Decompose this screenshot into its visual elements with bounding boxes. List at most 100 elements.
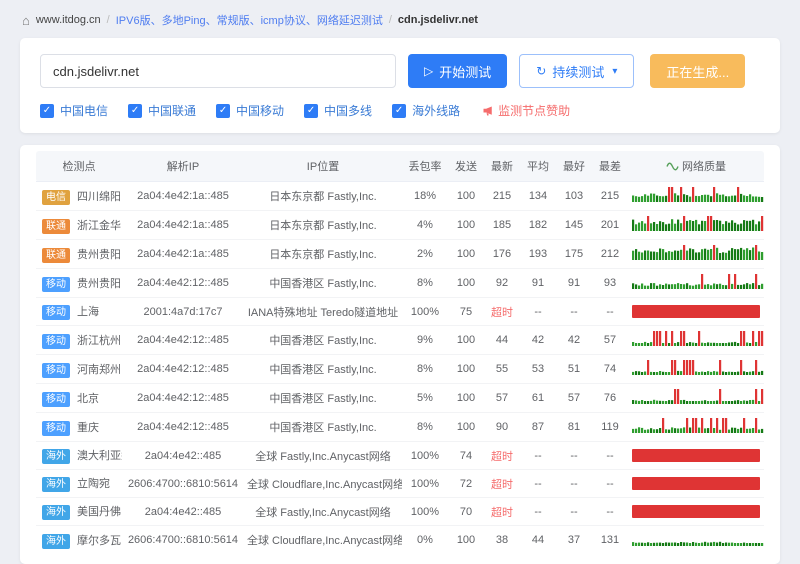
cell-latest: 176 [484, 240, 520, 269]
target-input[interactable] [40, 54, 396, 88]
start-test-label: 开始测试 [439, 62, 491, 81]
node-name: 河南郑州 [77, 364, 121, 376]
cell-worst: 119 [592, 413, 628, 442]
page: ⌂ www.itdog.cn / IPV6版、多地Ping、常规版、icmp协议… [0, 0, 800, 564]
cell-avg: 61 [520, 384, 556, 413]
filter-label: 中国多线 [324, 102, 372, 119]
cell-avg: 44 [520, 526, 556, 555]
filter-checkbox[interactable]: ✓海外线路 [392, 102, 460, 119]
node-name: 立陶宛 [77, 478, 110, 490]
cell-sent: 100 [448, 211, 484, 240]
cell-ip-location: 日本东京都 Fastly,Inc. [244, 240, 402, 269]
cell-latest: 90 [484, 413, 520, 442]
breadcrumb-category-link[interactable]: IPV6版、多地Ping、常规版、icmp协议、网络延迟测试 [116, 12, 383, 28]
cell-worst: 93 [592, 269, 628, 298]
cell-ip: 2a04:4e42:1a::485 [122, 211, 244, 240]
result-row: 海外澳大利亚悉尼2a04:4e42::485全球 Fastly,Inc.Anyc… [36, 442, 764, 470]
cell-ip: 2606:4700::6810:5614 [122, 470, 244, 498]
cell-node: 移动贵州贵阳 [36, 269, 122, 298]
quality-chart [632, 360, 764, 375]
column-header: 发送 [448, 151, 484, 182]
cell-node: 海外摩尔多瓦 [36, 526, 122, 555]
results-table: 检测点解析IPIP位置丢包率发送最新平均最好最差网络质量 电信四川绵阳2a04:… [36, 151, 764, 554]
generating-button[interactable]: 正在生成... [650, 54, 745, 88]
checkbox-checked-icon[interactable]: ✓ [40, 104, 54, 118]
cell-worst: 215 [592, 182, 628, 211]
quality-chart [632, 331, 764, 346]
cell-worst: -- [592, 470, 628, 498]
controls-row: ▷ 开始测试 ↻ 持续测试 ▾ 正在生成... [40, 54, 760, 88]
cell-node: 电信四川绵阳 [36, 182, 122, 211]
filter-checkbox[interactable]: ✓ 中国多线 [304, 102, 372, 119]
cell-ip-location: 日本东京都 Fastly,Inc. [244, 182, 402, 211]
cell-node: 海外美国丹佛 [36, 498, 122, 526]
checkbox-checked-icon[interactable]: ✓ [128, 104, 142, 118]
breadcrumb-site-link[interactable]: www.itdog.cn [36, 14, 101, 26]
quality-chart [632, 418, 764, 433]
column-header: 解析IP [122, 151, 244, 182]
cell-avg: 193 [520, 240, 556, 269]
cell-ip-location: 中国香港区 Fastly,Inc. [244, 355, 402, 384]
checkbox-checked-icon[interactable]: ✓ [216, 104, 230, 118]
cell-sent: 100 [448, 355, 484, 384]
cell-worst: 131 [592, 526, 628, 555]
result-row: 移动贵州贵阳2a04:4e42:12::485中国香港区 Fastly,Inc.… [36, 269, 764, 298]
node-name: 上海 [77, 306, 99, 318]
cell-ip-location: 全球 Cloudflare,Inc.Anycast网络 [244, 470, 402, 498]
cell-sent: 100 [448, 526, 484, 555]
cell-ip-location: 全球 Fastly,Inc.Anycast网络 [244, 442, 402, 470]
cell-network-quality [628, 298, 764, 326]
start-test-button[interactable]: ▷ 开始测试 [408, 54, 507, 88]
filter-checkbox[interactable]: ✓中国电信 [40, 102, 108, 119]
result-row: 海外摩尔多瓦2606:4700::6810:5614全球 Cloudflare,… [36, 526, 764, 555]
cell-loss: 0% [402, 526, 448, 555]
checkbox-checked-icon[interactable]: ✓ [392, 104, 406, 118]
cell-ip-location: 日本东京都 Fastly,Inc. [244, 211, 402, 240]
cell-ip: 2001:4a7d:17c7 [122, 298, 244, 326]
cell-avg: 91 [520, 269, 556, 298]
cell-network-quality [628, 211, 764, 240]
node-name: 澳大利亚悉尼 [77, 450, 122, 462]
cell-worst: 212 [592, 240, 628, 269]
checkbox-checked-icon[interactable]: ✓ [304, 104, 318, 118]
result-row: 移动浙江杭州2a04:4e42:12::485中国香港区 Fastly,Inc.… [36, 326, 764, 355]
cell-best: -- [556, 498, 592, 526]
cell-latest: 57 [484, 384, 520, 413]
isp-badge: 海外 [42, 505, 70, 520]
sponsor-label: 监测节点赞助 [498, 102, 570, 119]
sponsor-link[interactable]: 监测节点赞助 [482, 102, 570, 119]
cell-sent: 100 [448, 182, 484, 211]
isp-badge: 移动 [42, 363, 70, 378]
cell-best: -- [556, 298, 592, 326]
quality-chart [632, 187, 764, 202]
quality-chart [632, 389, 764, 404]
cell-sent: 100 [448, 240, 484, 269]
results-card: 检测点解析IPIP位置丢包率发送最新平均最好最差网络质量 电信四川绵阳2a04:… [20, 145, 780, 564]
filter-checkbox[interactable]: ✓中国联通 [128, 102, 196, 119]
quality-chart-timeout [632, 449, 760, 462]
cell-network-quality [628, 442, 764, 470]
continuous-test-button[interactable]: ↻ 持续测试 ▾ [519, 54, 634, 88]
cell-best: 37 [556, 526, 592, 555]
cell-latest: 超时 [484, 470, 520, 498]
filter-checkbox[interactable]: ✓中国移动 [216, 102, 284, 119]
cell-worst: 201 [592, 211, 628, 240]
node-name: 重庆 [77, 422, 99, 434]
cell-ip: 2a04:4e42:12::485 [122, 269, 244, 298]
filters: ✓中国电信✓中国联通✓中国移动✓中国多线✓海外线路 [40, 102, 460, 119]
cell-ip-location: 全球 Cloudflare,Inc.Anycast网络 [244, 526, 402, 555]
quality-chart [632, 274, 764, 289]
isp-badge: 联通 [42, 248, 70, 263]
cell-best: 91 [556, 269, 592, 298]
quality-chart-timeout [632, 477, 760, 490]
cell-sent: 72 [448, 470, 484, 498]
isp-badge: 海外 [42, 477, 70, 492]
cell-best: 175 [556, 240, 592, 269]
cell-loss: 18% [402, 182, 448, 211]
cell-network-quality [628, 498, 764, 526]
repeat-icon: ↻ [536, 65, 546, 77]
cell-latest: 55 [484, 355, 520, 384]
cell-best: 145 [556, 211, 592, 240]
cell-network-quality [628, 240, 764, 269]
isp-badge: 海外 [42, 449, 70, 464]
